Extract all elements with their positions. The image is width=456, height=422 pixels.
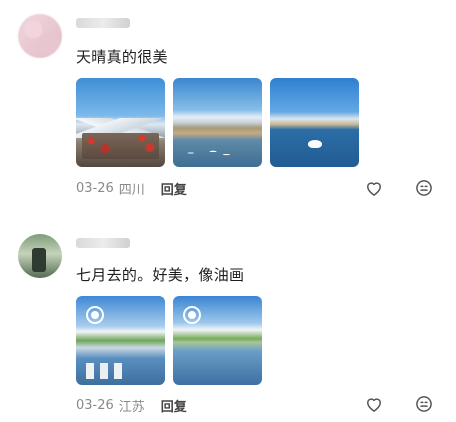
comment-location: 江苏 [118,400,145,415]
heart-outline-icon[interactable] [364,178,384,198]
emoji-face-icon[interactable] [414,178,434,198]
comment-date: 03-26 [76,181,114,196]
username-blurred[interactable] [76,18,130,28]
emoji-face-icon[interactable] [414,394,434,414]
comment-meta: 03-26 四川 回复 [76,179,187,198]
photo-thumbnail[interactable] [270,78,359,167]
comment-text: 七月去的。好美，像油画 [76,266,245,284]
avatar[interactable] [18,234,62,278]
heart-outline-icon[interactable] [364,394,384,414]
comment-text: 天晴真的很美 [76,48,168,66]
live-photo-icon [183,306,201,324]
photo-thumbnail[interactable] [76,78,165,167]
comment-date: 03-26 [76,398,114,413]
photo-thumbnail[interactable] [76,296,165,385]
reply-button[interactable]: 回复 [161,396,187,415]
photo-thumbnail[interactable] [173,296,262,385]
comment-location: 四川 [118,183,145,198]
avatar[interactable] [18,14,62,58]
photo-grid [76,296,262,385]
photo-thumbnail[interactable] [173,78,262,167]
photo-grid [76,78,359,167]
username-blurred[interactable] [76,238,130,248]
reply-button[interactable]: 回复 [161,179,187,198]
comment-meta: 03-26 江苏 回复 [76,396,187,415]
live-photo-icon [86,306,104,324]
comment-list: 天晴真的很美 03-26 四川 回复 七月去的。好美，像油画 03-26 江苏 … [0,0,456,422]
